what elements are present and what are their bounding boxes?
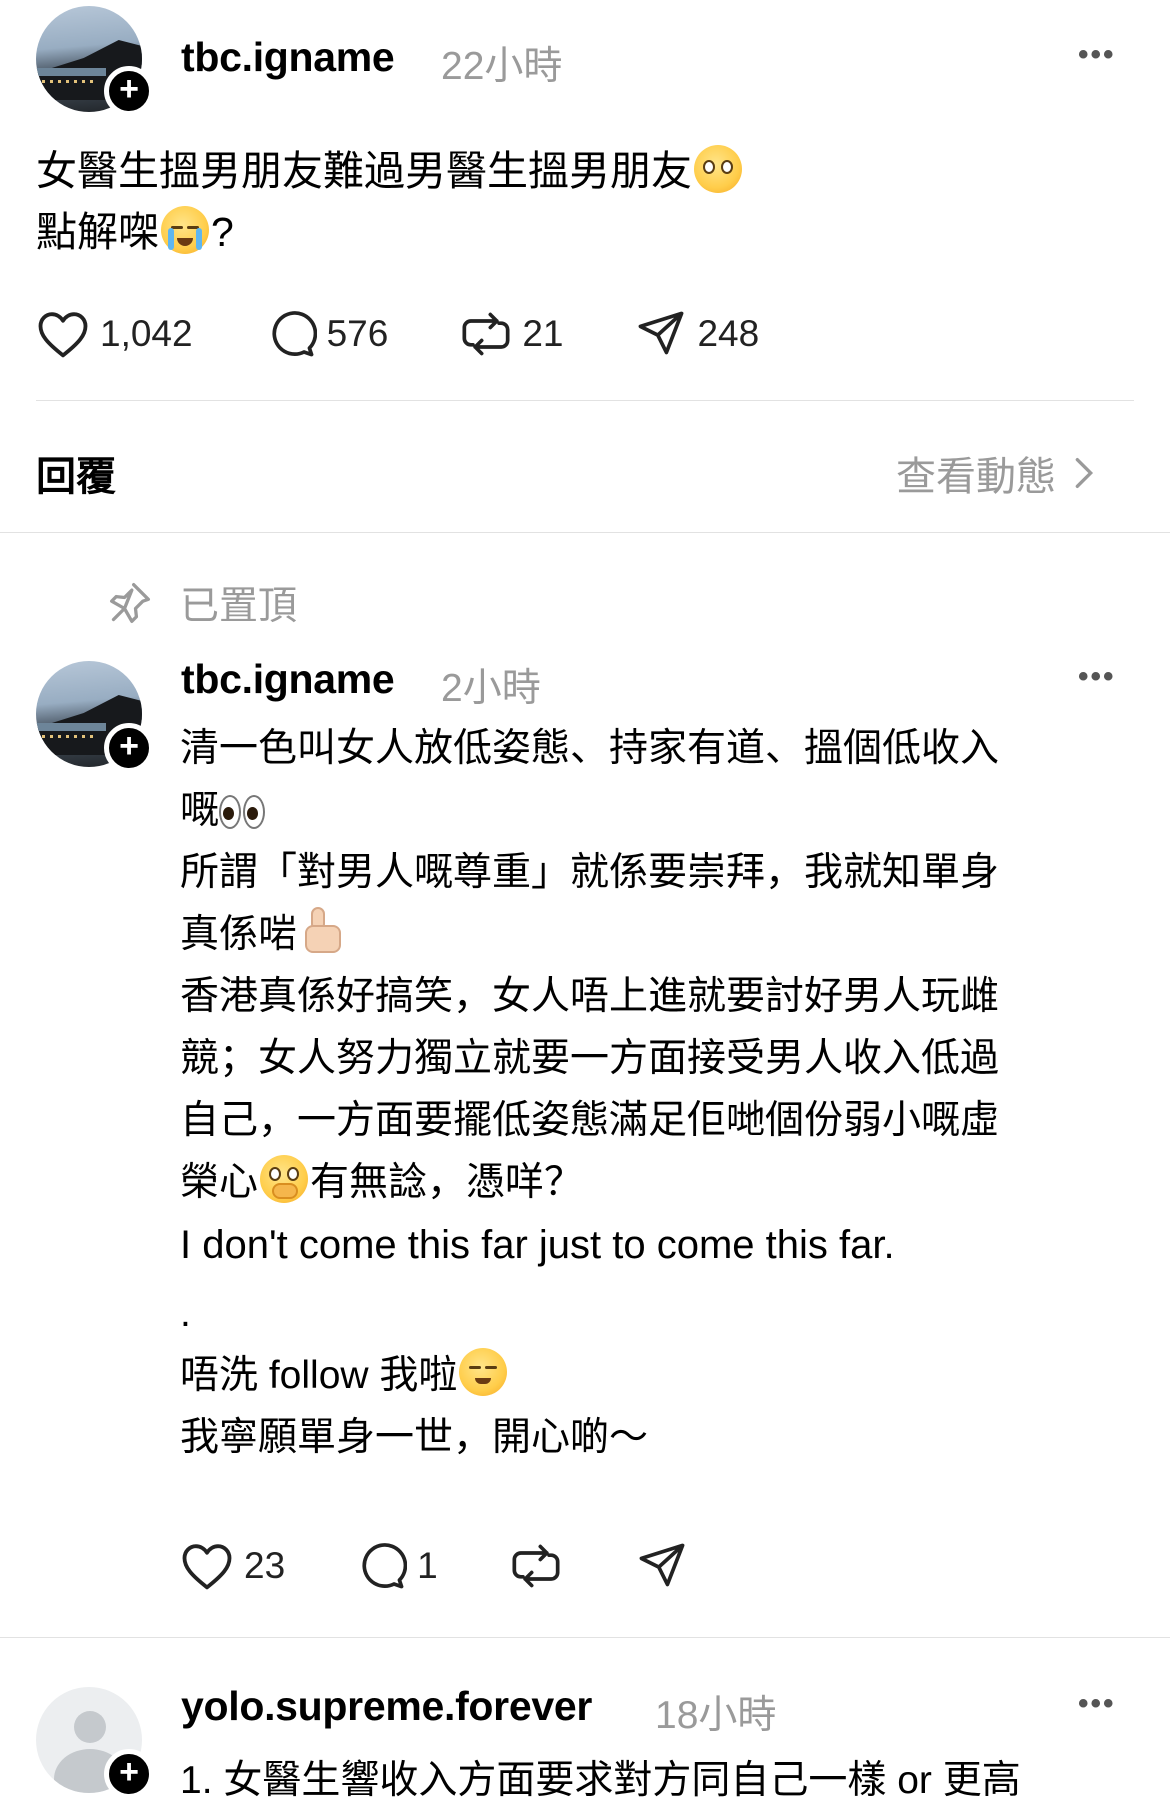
post-text-line1: 女醫生搵男朋友難過男醫生搵男朋友: [36, 148, 692, 194]
reply-username[interactable]: tbc.igname: [181, 656, 395, 703]
thumbs-up-emoji-icon: [297, 905, 347, 955]
post-text-line2-suffix: ?: [211, 209, 234, 255]
section-divider: [0, 532, 1170, 533]
face-with-hand-over-mouth-emoji-icon: [260, 1155, 309, 1203]
reply-line: 我寧願單身一世，開心啲～: [180, 1416, 649, 1459]
reply-line: .: [180, 1292, 191, 1335]
reply-line: 真係啱: [180, 913, 298, 956]
next-reply-preview: 1. 女醫生響收入方面要求對方同自己一樣 or 更高: [180, 1750, 1130, 1812]
repost-icon: [512, 1544, 560, 1588]
reply-line: 香港真係好搞笑，女人唔上進就要討好男人玩雌: [180, 975, 1000, 1018]
reply-line: 自己，一方面要擺低姿態滿足佢哋個份弱小嘅虛: [180, 1099, 1000, 1142]
replies-heading: 回覆: [36, 455, 116, 499]
more-options-icon[interactable]: •••: [1078, 1687, 1116, 1721]
more-options-icon[interactable]: •••: [1078, 38, 1116, 72]
pin-icon: [110, 583, 150, 623]
reply-time: 2小時: [441, 667, 541, 710]
comment-count: 1: [417, 1545, 438, 1586]
reply-line: 清一色叫女人放低姿態、持家有道、搵個低收入: [180, 727, 1000, 770]
reply-line: 1. 女醫生響收入方面要求對方同自己一樣 or 更高: [180, 1759, 1021, 1802]
follow-plus-icon[interactable]: +: [104, 1749, 154, 1799]
post-body: 女醫生搵男朋友難過男醫生搵男朋友 點解㗎?: [36, 140, 744, 264]
repost-count: 21: [522, 313, 564, 354]
more-options-icon[interactable]: •••: [1078, 660, 1116, 694]
eyes-emoji-icon: [219, 786, 267, 848]
post-username[interactable]: tbc.igname: [181, 34, 395, 81]
share-button[interactable]: 248: [635, 308, 759, 360]
divider: [36, 400, 1134, 401]
like-count: 1,042: [100, 313, 193, 354]
reply-line: 唔洗 follow 我啦: [180, 1354, 458, 1397]
reply-line: 嘅: [180, 789, 220, 832]
divider: [0, 1637, 1170, 1638]
post-time: 22小時: [441, 45, 563, 88]
pinned-indicator: 已置頂: [108, 575, 297, 631]
share-count: 248: [697, 313, 760, 354]
like-button[interactable]: 1,042: [36, 309, 193, 359]
like-count: 23: [244, 1545, 286, 1586]
relieved-face-emoji-icon: [459, 1348, 508, 1396]
post-actions: 1,042 576 21 248: [36, 308, 759, 360]
comment-bubble-icon: [272, 311, 317, 357]
reply-line: 競；女人努力獨立就要一方面接受男人收入低過: [180, 1037, 1000, 1080]
follow-plus-icon[interactable]: +: [104, 723, 154, 773]
pinned-label: 已置頂: [180, 585, 298, 628]
repost-button[interactable]: 21: [460, 308, 563, 360]
loudly-crying-face-emoji-icon: [161, 206, 209, 254]
view-activity-label: 查看動態: [896, 455, 1056, 499]
reply-body: 清一色叫女人放低姿態、持家有道、搵個低收入 嘅 所謂「對男人嘅尊重」就係要崇拜，…: [180, 718, 1130, 1469]
reply-line: 有無諗，憑咩？: [310, 1161, 584, 1204]
view-activity-link[interactable]: 查看動態: [896, 444, 1094, 502]
comment-count: 576: [326, 313, 389, 354]
heart-icon: [38, 312, 88, 358]
pleading-face-emoji-icon: [694, 145, 742, 193]
comment-button[interactable]: 1: [355, 1540, 438, 1592]
send-icon: [639, 311, 684, 355]
chevron-right-icon: [1075, 457, 1094, 488]
repost-icon: [462, 312, 510, 356]
comment-button[interactable]: 576: [265, 308, 389, 360]
follow-plus-icon[interactable]: +: [104, 66, 154, 116]
reply-line: I don't come this far just to come this …: [180, 1223, 895, 1267]
send-icon: [639, 1543, 685, 1587]
next-reply-time: 18小時: [655, 1694, 777, 1737]
reply-line: 所謂「對男人嘅尊重」就係要崇拜，我就知單身: [180, 851, 1000, 894]
reply-actions: 23 1: [180, 1540, 688, 1592]
reply-line: 榮心: [180, 1161, 259, 1204]
post-text-line2: 點解㗎: [36, 209, 159, 255]
next-reply-username[interactable]: yolo.supreme.forever: [181, 1683, 592, 1730]
like-button[interactable]: 23: [180, 1541, 285, 1591]
heart-icon: [182, 1544, 232, 1590]
share-button[interactable]: [636, 1540, 688, 1592]
comment-bubble-icon: [362, 1543, 408, 1589]
repost-button[interactable]: [510, 1540, 562, 1592]
